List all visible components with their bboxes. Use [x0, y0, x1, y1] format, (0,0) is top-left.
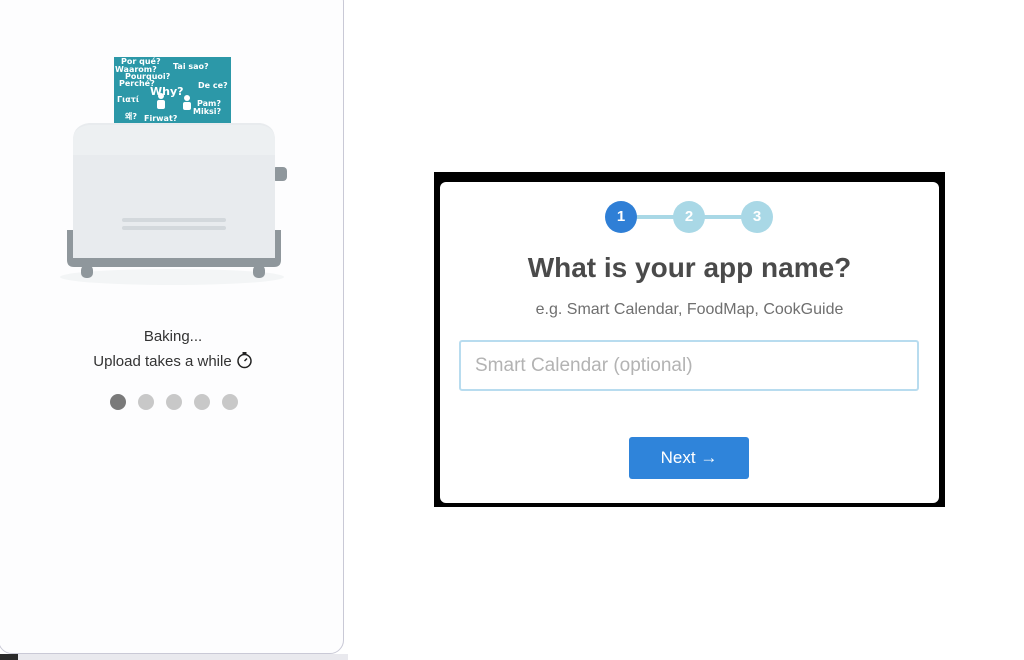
- upload-note-text: Upload takes a while: [93, 353, 232, 370]
- app-name-input[interactable]: [459, 340, 919, 391]
- paper-word: Tai sao?: [173, 62, 209, 71]
- toaster-graphic: Por qué?Tai sao?Waarom?Pourquoi?Perché? D…: [60, 56, 287, 285]
- step-indicator: 1 2 3: [605, 201, 774, 233]
- loading-status: Baking...: [143, 328, 203, 345]
- progress-dot: [194, 394, 210, 410]
- step-1: 1: [605, 201, 637, 233]
- next-button[interactable]: Next →: [629, 437, 749, 479]
- progress-dot: [110, 394, 126, 410]
- window-edge: [0, 654, 18, 660]
- progress-dot: [166, 394, 182, 410]
- panel-footer-edge: [18, 654, 348, 660]
- dialog-hint: e.g. Smart Calendar, FoodMap, CookGuide: [535, 301, 844, 318]
- paper-word: Why?: [150, 85, 184, 98]
- paper-word: Γιατί: [117, 94, 139, 104]
- progress-dots: [110, 394, 238, 410]
- upload-note: Upload takes a while: [0, 351, 346, 373]
- app-name-dialog: 1 2 3 What is your app name? e.g. Smart …: [440, 182, 939, 503]
- toaster-illustration: Por qué? Tai sao? Waarom? Pourquoi? Perché? D…: [55, 55, 290, 287]
- step-3: 3: [741, 201, 773, 233]
- paper-word: 왜?: [125, 111, 137, 121]
- paper-word: Firwat?: [144, 114, 178, 123]
- step-2: 2: [673, 201, 705, 233]
- dialog-title: What is your app name?: [527, 252, 852, 283]
- progress-dot: [222, 394, 238, 410]
- paper-word: De ce?: [198, 81, 228, 90]
- stopwatch-icon: [236, 351, 253, 373]
- paper-word: Miksi?: [193, 107, 222, 116]
- progress-dot: [138, 394, 154, 410]
